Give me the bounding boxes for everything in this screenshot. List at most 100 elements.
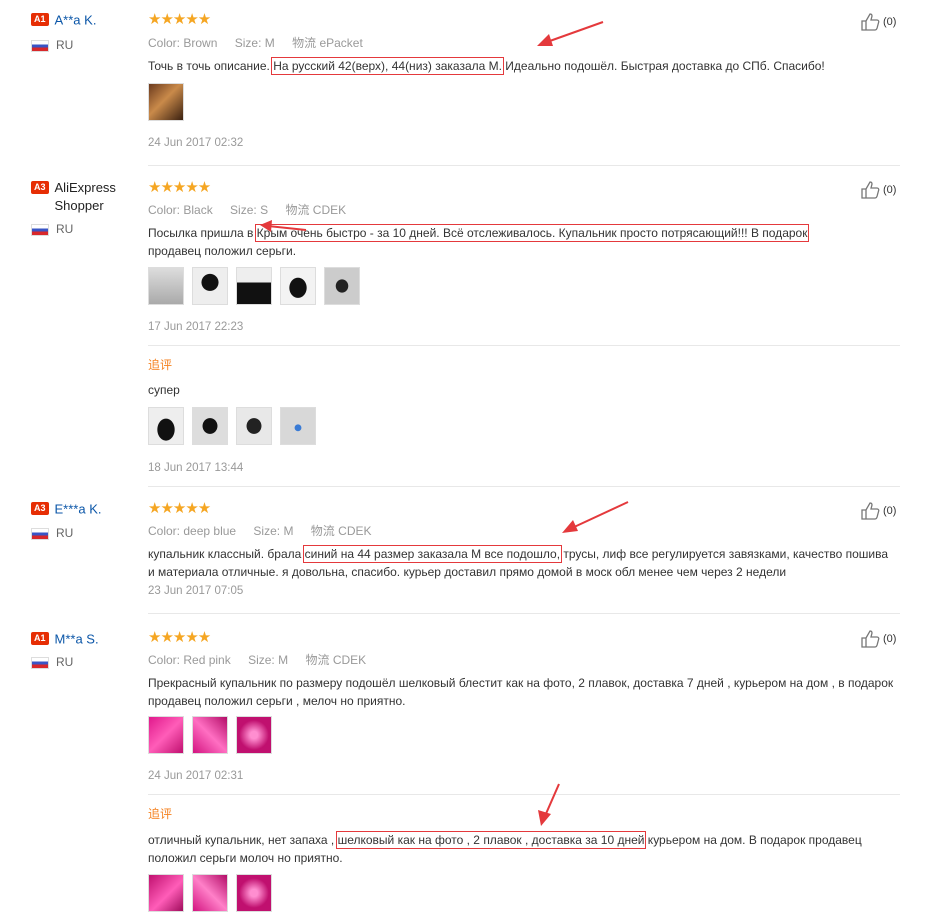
buyer-level-badge: A1: [31, 13, 49, 27]
reviewer: A3 AliExpress Shopper: [31, 180, 131, 215]
reviewer-name[interactable]: E***a K.: [55, 501, 102, 516]
review-photo[interactable]: [192, 716, 228, 754]
reviewer-country: RU: [31, 38, 73, 52]
review-photo[interactable]: [148, 267, 184, 305]
divider: [148, 486, 900, 487]
divider: [148, 165, 900, 166]
review-photo[interactable]: [280, 407, 316, 445]
reviewer: A3 E***a K.: [31, 501, 131, 516]
country-code: RU: [56, 526, 74, 540]
review-photo[interactable]: [148, 716, 184, 754]
logistics-label: 物流: [292, 36, 317, 50]
helpful-button[interactable]: (0): [860, 501, 896, 521]
highlight-box: На русский 42(верх), 44(низ) заказала М.: [271, 57, 504, 75]
order-info: Color: deep blue Size: M 物流 CDEK: [148, 522, 372, 539]
highlight-box: шелковый как на фото , 2 плавок , достав…: [335, 831, 647, 849]
logistics-value: CDEK: [312, 203, 347, 217]
reviewer-country: RU: [31, 526, 73, 540]
reviewer-country: RU: [31, 222, 73, 236]
review-photo[interactable]: [236, 407, 272, 445]
followup-date: 18 Jun 2017 13:44: [148, 462, 244, 474]
like-count: (0): [883, 505, 897, 517]
review-date: 24 Jun 2017 02:31: [148, 770, 244, 782]
followup-photos: [148, 407, 316, 445]
red-arrow-annotation: [260, 220, 307, 232]
reviewer-name[interactable]: AliExpress Shopper: [55, 179, 121, 215]
star-rating: ★★★★★: [148, 11, 211, 28]
review-photos: [148, 716, 272, 754]
russia-flag-icon: [31, 223, 49, 236]
helpful-button[interactable]: (0): [860, 12, 896, 32]
review-text: Прекрасный купальник по размеру подошёл …: [148, 676, 894, 708]
review-photo[interactable]: [192, 267, 228, 305]
review-photo[interactable]: [148, 874, 184, 912]
review-photo[interactable]: [236, 716, 272, 754]
country-code: RU: [56, 655, 74, 669]
review-date: 23 Jun 2017 07:05: [148, 585, 244, 597]
size-value: M: [283, 524, 294, 538]
size-label: Size:: [248, 653, 275, 667]
logistics-label: 物流: [305, 653, 330, 667]
logistics-label: 物流: [285, 203, 310, 217]
divider: [148, 345, 900, 346]
buyer-level-badge: A3: [31, 181, 49, 195]
thumbs-up-icon[interactable]: [860, 501, 880, 521]
red-arrow-annotation: [538, 783, 560, 826]
size-label: Size:: [253, 524, 281, 538]
logistics-value: CDEK: [338, 524, 372, 538]
order-info: Color: Red pink Size: M 物流 CDEK: [148, 651, 366, 668]
review-text: купальник классный. брала синий на 44 ра…: [148, 545, 888, 579]
size-value: M: [278, 653, 289, 667]
review-text: Посылка пришла в Крым очень быстро - за …: [148, 224, 810, 258]
star-rating: ★★★★★: [148, 629, 211, 646]
helpful-button[interactable]: (0): [860, 629, 896, 649]
reviewer-name[interactable]: M**a S.: [55, 631, 99, 646]
review-date: 17 Jun 2017 22:23: [148, 321, 244, 333]
like-count: (0): [883, 184, 897, 196]
color-label: Color:: [148, 36, 181, 50]
russia-flag-icon: [31, 656, 49, 669]
review-photos: [148, 267, 360, 305]
russia-flag-icon: [31, 39, 49, 52]
reviewer-name[interactable]: A**a K.: [55, 12, 97, 27]
reviewer: A1 M**a S.: [31, 631, 131, 646]
russia-flag-icon: [31, 527, 49, 540]
review-photos: [148, 83, 184, 121]
review-photo[interactable]: [280, 267, 316, 305]
thumbs-up-icon[interactable]: [860, 180, 880, 200]
review-photo[interactable]: [236, 267, 272, 305]
size-value: S: [260, 203, 269, 217]
color-label: Color:: [148, 203, 181, 217]
like-count: (0): [883, 633, 897, 645]
highlight-box: синий на 44 размер заказала М все подошл…: [302, 545, 563, 563]
reviewer-country: RU: [31, 655, 73, 669]
logistics-value: CDEK: [332, 653, 367, 667]
buyer-level-badge: A1: [31, 632, 49, 646]
review-photo[interactable]: [148, 83, 184, 121]
star-rating: ★★★★★: [148, 179, 211, 196]
divider: [148, 613, 900, 614]
review-photo[interactable]: [192, 874, 228, 912]
logistics-value: ePacket: [319, 36, 363, 50]
review-text: Точь в точь описание. На русский 42(верх…: [148, 57, 825, 75]
thumbs-up-icon[interactable]: [860, 12, 880, 32]
logistics-label: 物流: [310, 524, 335, 538]
color-label: Color:: [148, 524, 181, 538]
followup-photos: [148, 874, 272, 912]
review-photo[interactable]: [192, 407, 228, 445]
followup-text: супер: [148, 383, 180, 397]
country-code: RU: [56, 38, 74, 52]
color-value: Brown: [183, 36, 218, 50]
review-photo[interactable]: [148, 407, 184, 445]
review-date: 24 Jun 2017 02:32: [148, 137, 244, 149]
color-value: Black: [183, 203, 213, 217]
review-photo[interactable]: [324, 267, 360, 305]
helpful-button[interactable]: (0): [860, 180, 896, 200]
like-count: (0): [883, 16, 897, 28]
thumbs-up-icon[interactable]: [860, 629, 880, 649]
followup-label: 追评: [148, 358, 173, 372]
review-photo[interactable]: [236, 874, 272, 912]
size-label: Size:: [230, 203, 257, 217]
color-value: Red pink: [183, 653, 231, 667]
followup-text: отличный купальник, нет запаха , шелковы…: [148, 831, 862, 865]
